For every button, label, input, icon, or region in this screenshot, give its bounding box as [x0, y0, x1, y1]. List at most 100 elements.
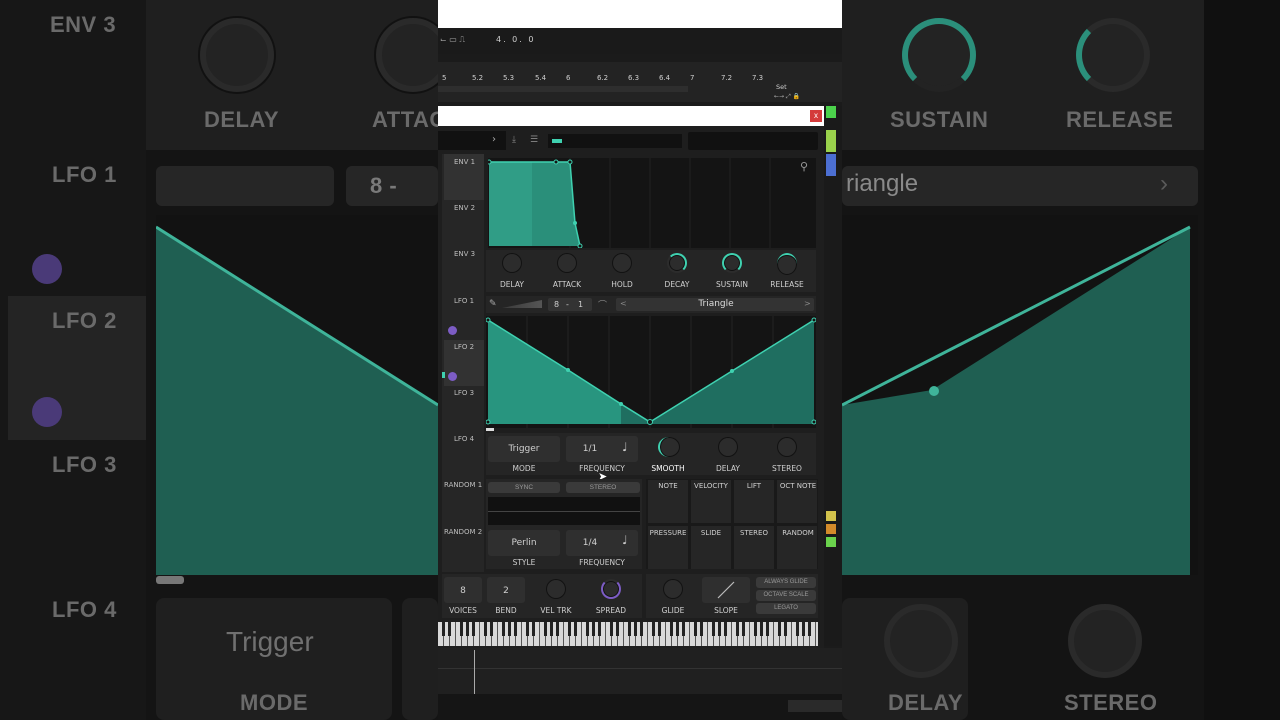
piano-black-key[interactable]: [490, 622, 493, 636]
tab-lfo3[interactable]: LFO 3: [454, 389, 474, 397]
save-icon[interactable]: ⤓: [512, 135, 516, 145]
paint-brush-icon[interactable]: ✎: [489, 299, 497, 309]
piano-black-key[interactable]: [460, 622, 463, 636]
transport-position[interactable]: 4. 0. 0: [496, 35, 535, 44]
lfo-stereo-knob[interactable]: [777, 437, 797, 457]
next-preset-icon[interactable]: ›: [492, 134, 496, 145]
piano-black-key[interactable]: [598, 622, 601, 636]
octave-scale-toggle[interactable]: OCTAVE SCALE: [756, 590, 816, 601]
piano-black-key[interactable]: [658, 622, 661, 636]
piano-black-key[interactable]: [676, 622, 679, 636]
piano-black-key[interactable]: [724, 622, 727, 636]
piano-black-key[interactable]: [634, 622, 637, 636]
mod-source-dot[interactable]: [448, 326, 457, 335]
random-stereo-button[interactable]: STEREO: [566, 482, 640, 493]
random-frequency-value: 1/4: [582, 538, 598, 548]
piano-black-key[interactable]: [442, 622, 445, 636]
piano-black-key[interactable]: [508, 622, 511, 636]
lfo-phase-marker[interactable]: [486, 428, 494, 431]
lfo-shape-graph[interactable]: [486, 316, 816, 428]
glide-knob[interactable]: [663, 579, 683, 599]
piano-black-key[interactable]: [718, 622, 721, 636]
always-glide-toggle[interactable]: ALWAYS GLIDE: [756, 577, 816, 588]
piano-black-key[interactable]: [670, 622, 673, 636]
playhead[interactable]: [474, 650, 475, 694]
piano-black-key[interactable]: [760, 622, 763, 636]
piano-black-key[interactable]: [466, 622, 469, 636]
piano-black-key[interactable]: [616, 622, 619, 636]
env-sustain-knob[interactable]: [722, 253, 742, 273]
prev-shape-icon[interactable]: <: [620, 299, 627, 308]
lfo-delay-knob[interactable]: [718, 437, 738, 457]
piano-black-key[interactable]: [610, 622, 613, 636]
piano-black-key[interactable]: [550, 622, 553, 636]
piano-black-key[interactable]: [484, 622, 487, 636]
tab-lfo1[interactable]: LFO 1: [454, 297, 474, 305]
piano-black-key[interactable]: [694, 622, 697, 636]
env-hold-knob[interactable]: [612, 253, 632, 273]
bg-right-wave: [842, 215, 1198, 575]
spread-knob[interactable]: [601, 579, 621, 599]
tab-env1[interactable]: ENV 1: [454, 158, 475, 166]
bg-label-stereo-right: STEREO: [1064, 690, 1158, 715]
piano-black-key[interactable]: [700, 622, 703, 636]
tab-env3[interactable]: ENV 3: [454, 250, 475, 258]
piano-black-key[interactable]: [628, 622, 631, 636]
piano-black-key[interactable]: [712, 622, 715, 636]
env-attack-knob[interactable]: [557, 253, 577, 273]
piano-black-key[interactable]: [532, 622, 535, 636]
piano-black-key[interactable]: [778, 622, 781, 636]
piano-black-key[interactable]: [640, 622, 643, 636]
piano-black-key[interactable]: [652, 622, 655, 636]
transport-icons[interactable]: ⌙ ▭ ⎍: [440, 35, 465, 45]
tab-lfo4[interactable]: LFO 4: [454, 435, 474, 443]
voices-value: 8: [460, 586, 466, 596]
note-sync-icon[interactable]: ♩: [622, 440, 628, 454]
env-release-knob[interactable]: [777, 253, 797, 275]
spectrum-box: [688, 132, 818, 150]
piano-black-key[interactable]: [736, 622, 739, 636]
piano-black-key[interactable]: [592, 622, 595, 636]
env-delay-knob[interactable]: [502, 253, 522, 273]
piano-black-key[interactable]: [766, 622, 769, 636]
piano-black-key[interactable]: [556, 622, 559, 636]
ruler-loop-bar[interactable]: [438, 86, 688, 92]
piano-black-key[interactable]: [544, 622, 547, 636]
menu-icon[interactable]: ☰: [530, 135, 538, 145]
piano-black-key[interactable]: [574, 622, 577, 636]
piano-black-key[interactable]: [796, 622, 799, 636]
envelope-graph[interactable]: [488, 158, 816, 248]
tab-lfo2[interactable]: LFO 2: [454, 343, 474, 351]
next-shape-icon[interactable]: >: [804, 299, 811, 308]
vel-trk-knob[interactable]: [546, 579, 566, 599]
piano-black-key[interactable]: [784, 622, 787, 636]
piano-black-key[interactable]: [742, 622, 745, 636]
piano-black-key[interactable]: [802, 622, 805, 636]
piano-black-key[interactable]: [568, 622, 571, 636]
piano-black-key[interactable]: [808, 622, 811, 636]
piano-black-key[interactable]: [502, 622, 505, 636]
lfo-smooth-knob[interactable]: [658, 437, 680, 457]
env-decay-knob[interactable]: [667, 253, 687, 273]
close-button[interactable]: x: [810, 110, 822, 122]
zoom-icon[interactable]: ⚲: [800, 160, 808, 173]
tab-random2[interactable]: RANDOM 2: [444, 528, 482, 536]
scrollbar[interactable]: [788, 700, 842, 712]
tab-random1[interactable]: RANDOM 1: [444, 481, 482, 489]
set-label[interactable]: Set: [776, 83, 787, 91]
smooth-curve-icon[interactable]: ⌒: [598, 298, 607, 311]
tab-env2[interactable]: ENV 2: [454, 204, 475, 212]
piano-black-key[interactable]: [526, 622, 529, 636]
legato-toggle[interactable]: LEGATO: [756, 603, 816, 614]
piano-black-key[interactable]: [586, 622, 589, 636]
piano-black-key[interactable]: [514, 622, 517, 636]
lfo-mode-label: MODE: [512, 464, 536, 473]
piano-black-key[interactable]: [448, 622, 451, 636]
set-arrows-icon[interactable]: ←→ ⤢ 🔒: [774, 93, 800, 101]
piano-black-key[interactable]: [754, 622, 757, 636]
random-sync-button[interactable]: SYNC: [488, 482, 560, 493]
piano-black-key[interactable]: [682, 622, 685, 636]
piano-black-key[interactable]: [472, 622, 475, 636]
mod-source-dot[interactable]: [448, 372, 457, 381]
note-sync-icon[interactable]: ♩: [622, 533, 628, 547]
